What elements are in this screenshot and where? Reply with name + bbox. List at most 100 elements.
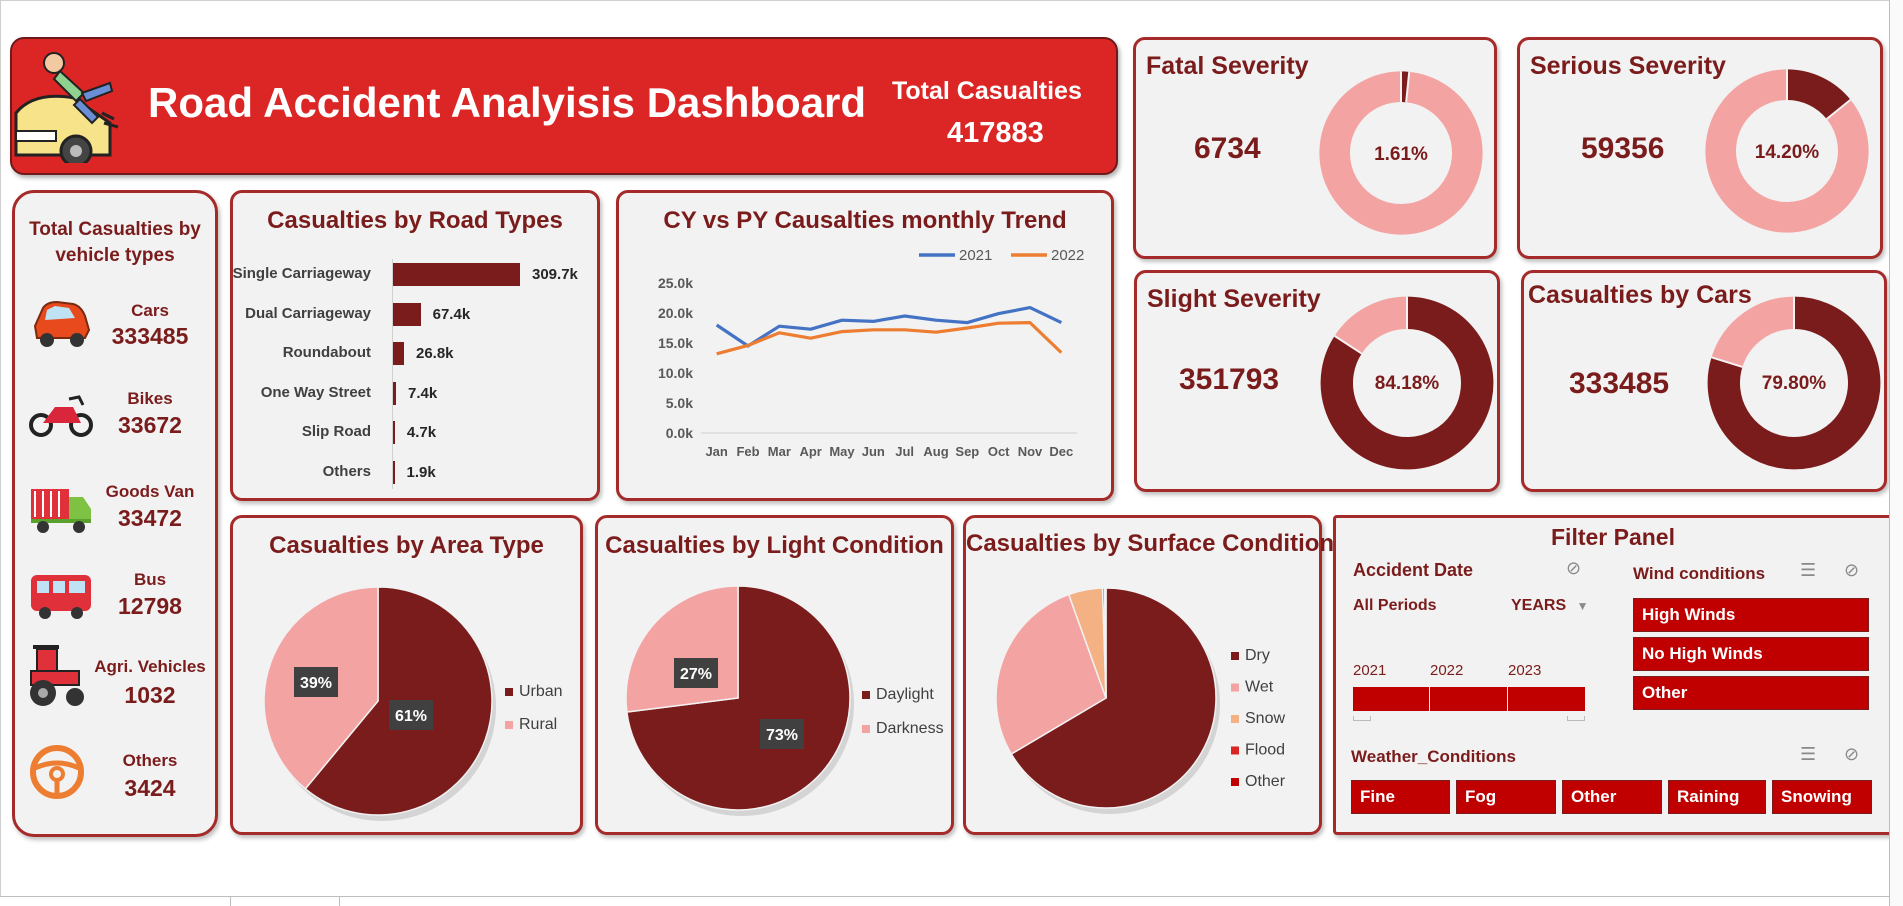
road-type-value-label: 67.4k [432, 305, 471, 323]
serious-donut-label: 14.20% [1755, 142, 1820, 163]
wind-option-high-winds[interactable]: High Winds [1633, 598, 1869, 632]
road-type-bar [393, 421, 395, 444]
y-tick-label: 5.0k [666, 395, 693, 411]
x-tick-label: Oct [988, 444, 1010, 459]
road-axis [392, 259, 393, 489]
donut-value-segment [1786, 69, 1851, 120]
cars-donut-chart: 79.80% [1707, 296, 1881, 470]
legend-label: Daylight [876, 686, 934, 703]
all-periods-label[interactable]: All Periods [1353, 597, 1437, 615]
vehicle-types-title: Total Casualties by vehicle types [29, 219, 201, 266]
horizontal-scroll-thumb[interactable] [230, 896, 340, 906]
horizontal-scrollbar[interactable] [0, 896, 1889, 906]
tractor-icon [25, 641, 89, 714]
wind-option-other[interactable]: Other [1633, 676, 1869, 710]
fatal-severity-title: Fatal Severity [1146, 52, 1309, 80]
steering-wheel-icon [29, 744, 85, 805]
x-tick-label: Nov [1018, 444, 1043, 459]
wind-clear-filter-icon[interactable]: ⊘ [1844, 560, 1859, 581]
cars-donut-label: 79.80% [1762, 373, 1827, 394]
light-pie-chart: 73% 27% Daylight Darkness [625, 585, 944, 816]
trend-card: CY vs PY Causalties monthly Trend 0.0k 5.… [616, 190, 1114, 501]
wind-option-no-high-winds[interactable]: No High Winds [1633, 637, 1869, 671]
legend-swatch [1231, 715, 1239, 723]
vehicle-label-agri: Agri. Vehicles [94, 657, 206, 676]
legend-label: 2021 [959, 247, 992, 264]
road-type-value-label: 7.4k [408, 384, 438, 402]
legend-swatch [505, 688, 513, 696]
road-type-value-label: 1.9k [406, 463, 436, 481]
timeline-bar[interactable] [1353, 687, 1585, 711]
year-label-2023: 2023 [1508, 662, 1542, 679]
road-type-label: Dual Carriageway [245, 304, 371, 322]
road-type-value-label: 26.8k [415, 345, 454, 362]
x-tick-label: Dec [1049, 444, 1073, 459]
weather-option-snowing[interactable]: Snowing [1772, 780, 1872, 814]
wind-conditions-label: Wind conditions [1633, 564, 1766, 583]
x-tick-label: May [829, 444, 855, 459]
chevron-down-icon: ▼ [1576, 599, 1589, 613]
years-dropdown[interactable]: YEARS ▼ [1511, 597, 1588, 615]
x-tick-label: Jan [705, 444, 727, 459]
area-pie-chart: 61% 39% Urban Rural [263, 586, 563, 821]
donut-rest-segment [1334, 296, 1408, 355]
vehicle-value-others: 3424 [124, 775, 176, 801]
legend-label: Rural [519, 716, 557, 733]
vertical-scrollbar[interactable] [1889, 0, 1903, 906]
road-type-bar [393, 460, 395, 484]
surface-pie-chart: Dry Wet Snow Flood Other [995, 587, 1286, 814]
legend-label: Other [1245, 773, 1286, 790]
pie-data-label: 73% [766, 727, 798, 744]
light-condition-card: Casualties by Light Condition 73% 27% Dayl… [595, 515, 954, 835]
year-label-2021: 2021 [1353, 662, 1387, 679]
bus-icon [29, 571, 93, 628]
road-type-label: Roundabout [282, 344, 371, 361]
legend-label: Flood [1245, 742, 1285, 759]
x-tick-label: Jul [895, 444, 914, 459]
trend-title: CY vs PY Causalties monthly Trend [663, 207, 1067, 234]
serious-severity-title: Serious Severity [1530, 52, 1726, 80]
weather-multiselect-icon[interactable]: ☰ [1800, 744, 1816, 765]
legend-label: Wet [1245, 679, 1274, 696]
weather-option-fog[interactable]: Fog [1456, 780, 1556, 814]
legend-swatch [1231, 778, 1239, 786]
weather-option-fine[interactable]: Fine [1351, 780, 1450, 814]
x-tick-label: Feb [736, 444, 759, 459]
pie-data-label: 61% [395, 708, 427, 725]
year-label-2022: 2022 [1430, 662, 1464, 679]
road-type-label: Single Carriageway [232, 265, 371, 282]
filter-panel-title: Filter Panel [1551, 524, 1675, 550]
timeline-divider [1429, 687, 1430, 711]
years-dropdown-label: YEARS [1511, 597, 1567, 614]
road-type-bar [393, 342, 404, 365]
legend-label: Snow [1245, 710, 1285, 727]
total-casualties-label: Total Casualties [892, 77, 1082, 105]
timeline-scroll-left[interactable] [1353, 716, 1371, 721]
series-line-2022 [716, 320, 1063, 356]
pie-data-label: 39% [300, 675, 332, 692]
cars-casualties-value: 333485 [1569, 367, 1670, 400]
vehicle-label-bikes: Bikes [127, 389, 173, 408]
road-type-bar [393, 381, 397, 405]
legend-swatch [862, 725, 870, 733]
weather-clear-filter-icon[interactable]: ⊘ [1844, 744, 1859, 765]
vehicle-label-goods-van: Goods Van [105, 482, 195, 501]
weather-option-raining[interactable]: Raining [1668, 780, 1766, 814]
timeline-scroll-right[interactable] [1567, 716, 1585, 721]
x-tick-label: Sep [955, 444, 979, 459]
donut-rest-segment [1711, 296, 1795, 368]
vehicle-value-agri: 1032 [124, 682, 176, 708]
accident-logo-icon [14, 43, 132, 168]
weather-conditions-label: Weather_Conditions [1351, 747, 1516, 766]
vehicle-value-cars: 333485 [111, 323, 189, 349]
accident-date-clear-filter-icon[interactable]: ⊘ [1566, 558, 1581, 579]
road-type-bar [393, 263, 520, 286]
y-tick-label: 20.0k [658, 305, 693, 321]
road-types-card: Casualties by Road Types Single Carriage… [230, 190, 600, 501]
slight-severity-card: Slight Severity 351793 84.18% [1134, 270, 1500, 492]
weather-option-other[interactable]: Other [1562, 780, 1662, 814]
dashboard-title: Road Accident Analyisis Dashboard [148, 79, 867, 126]
y-tick-label: 25.0k [658, 275, 693, 291]
light-condition-title: Casualties by Light Condition [605, 532, 944, 559]
wind-multiselect-icon[interactable]: ☰ [1800, 560, 1816, 581]
